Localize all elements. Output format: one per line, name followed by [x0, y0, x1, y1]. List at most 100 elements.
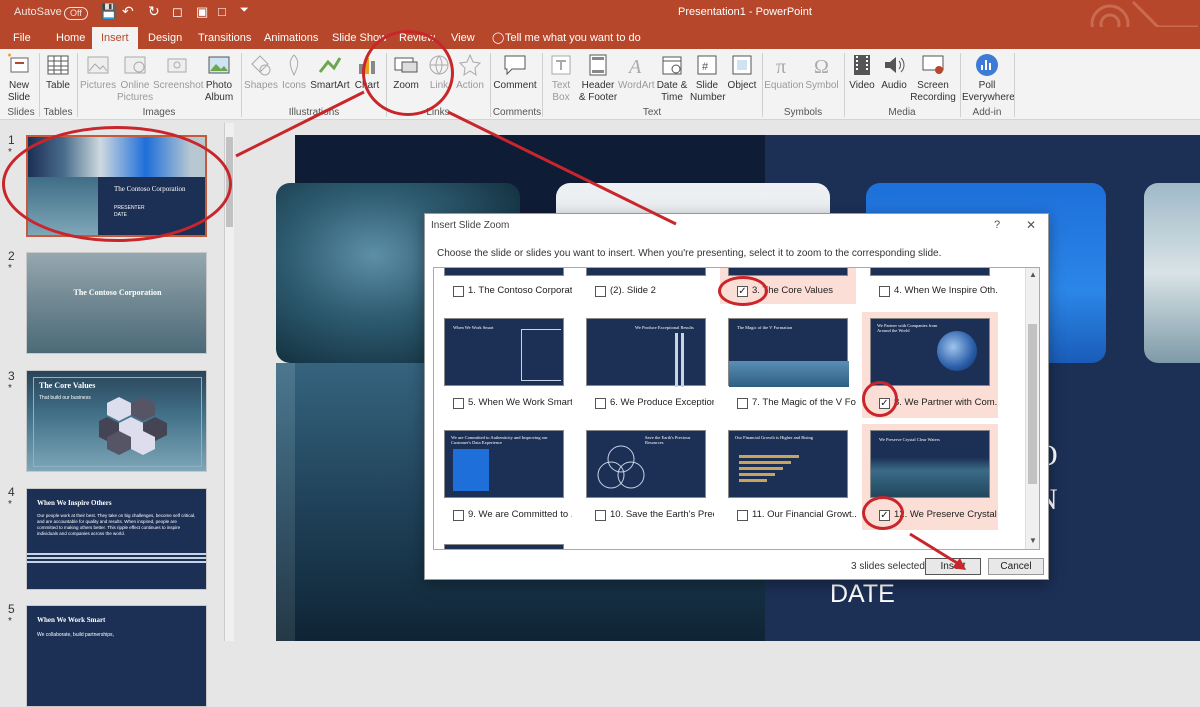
checkbox[interactable] [595, 510, 606, 521]
thumbnail-scrollbar[interactable] [224, 123, 234, 641]
scrollbar-thumb[interactable] [226, 137, 233, 227]
screenshot-button[interactable]: Screenshot [153, 52, 204, 92]
checkbox-checked[interactable]: ✓ [737, 286, 748, 297]
slide-thumbnail-3[interactable]: The Core Values That build our business [26, 370, 207, 472]
slide-option[interactable]: We Produce Exceptional Results 6. We Pro… [578, 312, 714, 418]
comment-button[interactable]: Comment [492, 52, 538, 92]
date-time-button[interactable]: Date & Time [654, 52, 690, 104]
object-button[interactable]: Object [726, 52, 758, 92]
new-slide-button[interactable]: New Slide [2, 52, 36, 104]
slide-selection-grid[interactable]: 1. The Contoso Corporat... (2). Slide 2 … [433, 267, 1040, 550]
slide-option-selected[interactable]: We Preserve Crystal Clear Waters ✓ 12. W… [862, 424, 998, 530]
tab-slide-show[interactable]: Slide Show [330, 27, 389, 49]
slide-option-selected[interactable]: ✓ 3. The Core Values [720, 268, 856, 304]
tab-view[interactable]: View [449, 27, 477, 49]
undo-icon[interactable]: ↶ [122, 3, 134, 20]
slide-thumbnail-2[interactable]: The Contoso Corporation [26, 252, 207, 354]
poll-everywhere-button[interactable]: Poll Everywhere [962, 52, 1015, 104]
photo-album-button[interactable]: Photo Album [201, 52, 237, 104]
wordart-button[interactable]: A WordArt [618, 52, 655, 92]
mini-title: We are Committed to Authenticity and Imp… [451, 435, 548, 445]
chart-button[interactable]: Chart [352, 52, 382, 92]
checkbox[interactable] [879, 286, 890, 297]
grid-scrollbar[interactable]: ▲ ▼ [1025, 268, 1039, 549]
slide-option[interactable]: (2). Slide 2 [578, 268, 714, 304]
insert-button[interactable]: Insert [925, 558, 981, 575]
scroll-up-icon[interactable]: ▲ [1029, 270, 1037, 279]
slide-option[interactable]: 1. The Contoso Corporat... [436, 268, 572, 304]
slide-option[interactable]: Save the Earth's Precious Resources 10. … [578, 424, 714, 530]
tab-review[interactable]: Review [397, 27, 437, 49]
slide-thumbnail-5[interactable]: When We Work Smart We collaborate, build… [26, 605, 207, 707]
slide-number-label: Slide Number [690, 80, 726, 103]
checkbox[interactable] [453, 286, 464, 297]
audio-button[interactable]: Audio [878, 52, 910, 92]
video-button[interactable]: Video [846, 52, 878, 92]
folder-icon[interactable]: ▣ [196, 4, 208, 20]
stripe [27, 561, 206, 563]
slide-option[interactable]: Our Financial Growth is Higher and Risin… [720, 424, 856, 530]
slide-option[interactable]: We are Committed to Authenticity and Imp… [436, 424, 572, 530]
ribbon-tabs: File Home Insert Design Transitions Anim… [0, 27, 1200, 49]
link-button[interactable]: Link [424, 52, 454, 92]
screen-recording-icon [922, 55, 944, 74]
tab-design[interactable]: Design [146, 27, 184, 49]
checkbox[interactable] [737, 398, 748, 409]
slide-option[interactable]: The Magic of the V Formation 7. The Magi… [720, 312, 856, 418]
help-icon[interactable]: ? [994, 219, 1000, 231]
slide-date-text[interactable]: DATE [830, 580, 895, 609]
equation-button[interactable]: π Equation [764, 52, 804, 92]
symbol-button[interactable]: Ω Symbol [804, 52, 840, 92]
cancel-button[interactable]: Cancel [988, 558, 1044, 575]
slide-preview: We are Committed to Authenticity and Imp… [444, 430, 564, 498]
smartart-button[interactable]: SmartArt [310, 52, 350, 92]
checkbox-checked[interactable]: ✓ [879, 510, 890, 521]
online-pictures-button[interactable]: Online Pictures [117, 52, 153, 104]
tab-insert[interactable]: Insert [92, 27, 138, 49]
tab-home[interactable]: Home [54, 27, 87, 49]
table-button[interactable]: Table [42, 52, 74, 92]
slide-number-button[interactable]: # Slide Number [690, 52, 726, 104]
autosave-toggle[interactable]: Off [64, 7, 88, 20]
group-label-links: Links [426, 107, 450, 118]
customize-toolbar-icon[interactable]: ⏷ [240, 4, 249, 17]
tab-animations[interactable]: Animations [262, 27, 320, 49]
close-icon[interactable]: ✕ [1026, 218, 1036, 232]
mini-title: Our Financial Growth is Higher and Risin… [735, 435, 813, 440]
screen-recording-button[interactable]: Screen Recording [910, 52, 956, 104]
checkbox[interactable] [595, 398, 606, 409]
new-slide-icon [8, 53, 29, 73]
scrollbar-thumb[interactable] [1028, 324, 1037, 484]
checkbox[interactable] [453, 398, 464, 409]
tab-transitions[interactable]: Transitions [196, 27, 253, 49]
slide-thumbnail-1[interactable]: The Contoso Corporation PRESENTER DATE [26, 135, 207, 237]
separator [1014, 53, 1015, 117]
action-button[interactable]: Action [454, 52, 486, 92]
slide-option[interactable]: 4. When We Inspire Oth... [862, 268, 998, 304]
mini-title: Save the Earth's Precious Resources [645, 435, 691, 445]
text-box-button[interactable]: Text Box [546, 52, 576, 104]
zoom-button[interactable]: Zoom [390, 52, 422, 92]
scroll-down-icon[interactable]: ▼ [1029, 536, 1037, 545]
slide-option-selected[interactable]: We Partner with Companies from Around th… [862, 312, 998, 418]
tell-me-search[interactable]: Tell me what you want to do [503, 27, 643, 49]
group-label-text: Text [642, 107, 662, 118]
icons-button[interactable]: Icons [278, 52, 310, 92]
header-footer-button[interactable]: Header & Footer [578, 52, 618, 104]
checkbox[interactable] [453, 510, 464, 521]
pictures-button[interactable]: Pictures [80, 52, 116, 92]
new-doc-icon[interactable]: □ [218, 4, 226, 19]
slide-option[interactable]: When We Work Smart 5. When We Work Smart [436, 312, 572, 418]
checkbox[interactable] [595, 286, 606, 297]
save-icon[interactable]: 💾 [100, 3, 117, 20]
tab-file[interactable]: File [11, 27, 33, 49]
checkbox-checked[interactable]: ✓ [879, 398, 890, 409]
redo-icon[interactable]: ↻ [148, 3, 160, 20]
dialog-title: Insert Slide Zoom [431, 220, 510, 231]
slide-preview[interactable] [444, 544, 564, 549]
open-file-icon[interactable]: ◻ [172, 4, 183, 20]
shapes-button[interactable]: Shapes [244, 52, 278, 92]
mini-title: We Produce Exceptional Results [635, 325, 694, 330]
slide-thumbnail-4[interactable]: When We Inspire Others Our people work a… [26, 488, 207, 590]
checkbox[interactable] [737, 510, 748, 521]
